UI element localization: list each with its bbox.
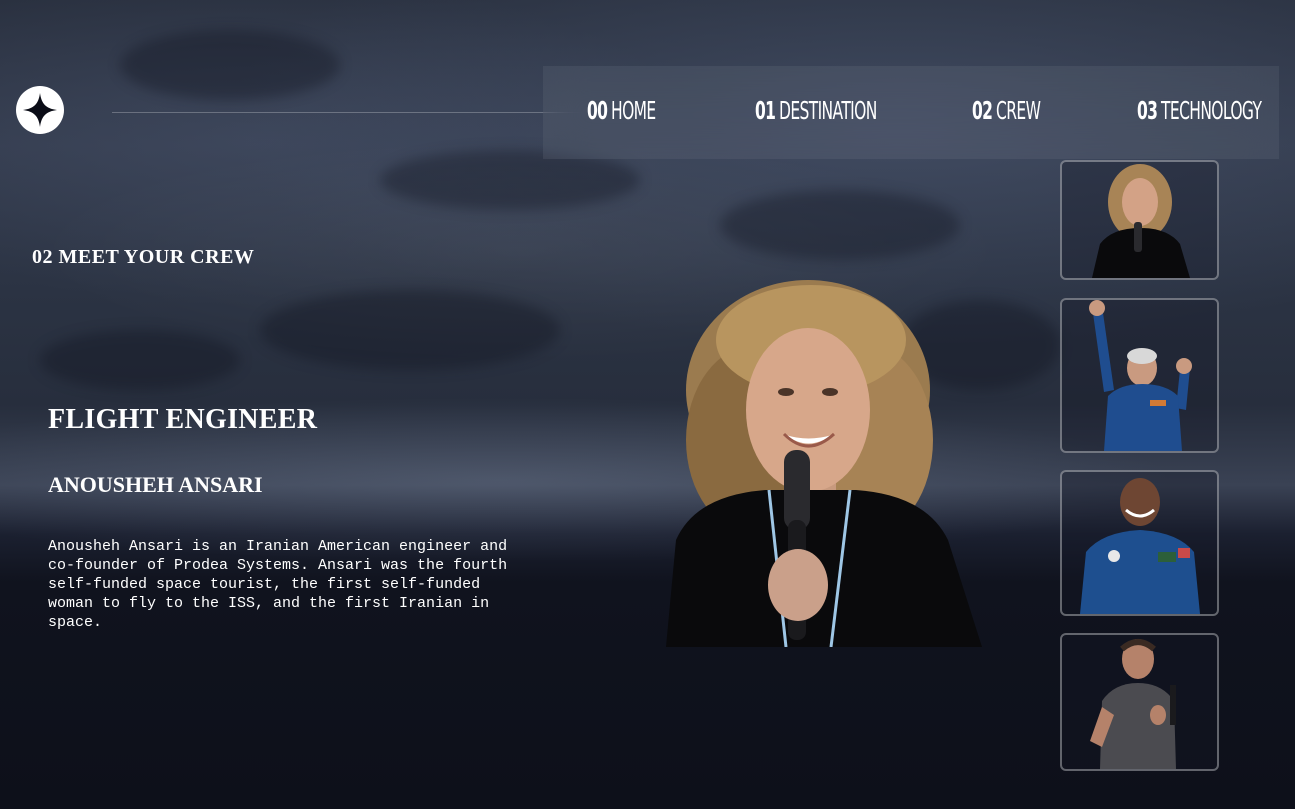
nav-item-label: TECHNOLOGY — [1161, 96, 1262, 125]
section-heading: 02 MEET YOUR CREW — [32, 246, 255, 268]
cloud-shadow — [120, 30, 340, 100]
nav-item-number: 00 — [587, 96, 608, 125]
nav-item-crew[interactable]: 02 CREW — [972, 96, 1041, 125]
cloud-shadow — [260, 290, 560, 370]
nav-item-destination[interactable]: 01 DESTINATION — [755, 96, 877, 125]
crew-page: 00 HOME 01 DESTINATION 02 CREW 03 TECHNOLOGY… — [0, 0, 1295, 809]
crew-role: FLIGHT ENGINEER — [48, 404, 318, 435]
main-navigation: 00 HOME 01 DESTINATION 02 CREW 03 TECHNOLOGY — [543, 66, 1279, 159]
logo[interactable] — [16, 86, 64, 134]
crew-thumbnail-2[interactable] — [1060, 298, 1219, 453]
nav-item-number: 01 — [755, 96, 776, 125]
nav-item-technology[interactable]: 03 TECHNOLOGY — [1137, 96, 1262, 125]
crew-photo-astronaut-cheering-icon — [1062, 300, 1217, 451]
nav-item-label: DESTINATION — [779, 96, 877, 125]
star-icon — [20, 90, 60, 130]
crew-thumbnail-1[interactable] — [1060, 160, 1219, 280]
crew-photo-speaker-icon — [1062, 635, 1217, 769]
nav-item-home[interactable]: 00 HOME — [587, 96, 656, 125]
cloud-shadow — [380, 150, 640, 210]
crew-bio: Anousheh Ansari is an Iranian American e… — [48, 538, 508, 631]
nav-item-number: 02 — [972, 96, 993, 125]
nav-item-number: 03 — [1137, 96, 1158, 125]
header-divider — [112, 112, 582, 113]
nav-item-label: CREW — [996, 96, 1041, 125]
crew-name: ANOUSHEH ANSARI — [48, 472, 263, 497]
nav-item-label: HOME — [611, 96, 656, 125]
crew-thumbnail-3[interactable] — [1060, 470, 1219, 616]
crew-photo-pilot-icon — [1062, 472, 1217, 614]
crew-photo-flight-engineer-icon — [1062, 162, 1217, 278]
crew-portrait-image — [636, 280, 986, 648]
cloud-shadow — [720, 190, 960, 260]
cloud-shadow — [40, 330, 240, 390]
crew-thumbnail-4[interactable] — [1060, 633, 1219, 771]
